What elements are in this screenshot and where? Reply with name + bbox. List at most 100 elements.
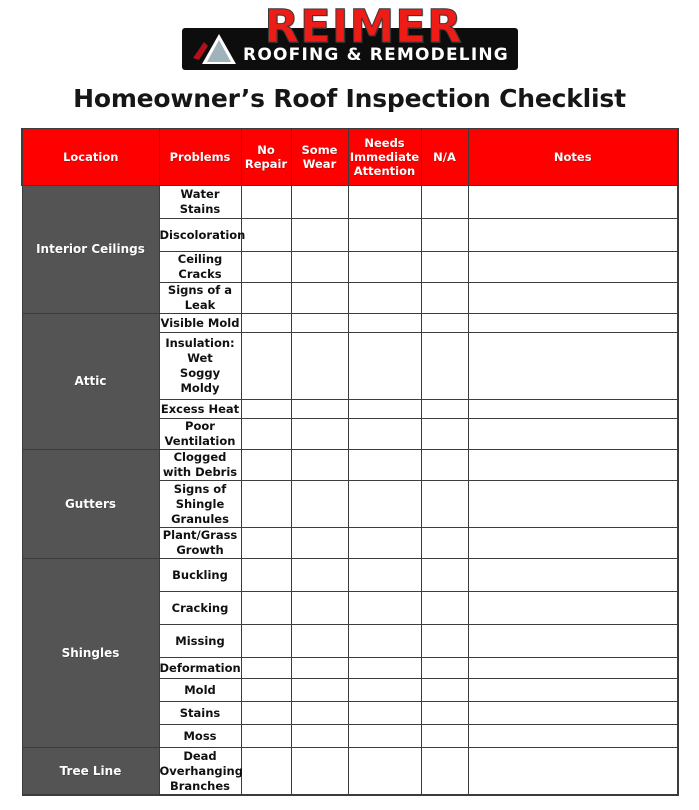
notes-cell[interactable] — [467, 185, 679, 219]
notes-cell[interactable] — [467, 218, 679, 252]
notes-cell[interactable] — [467, 313, 679, 333]
notes-cell[interactable] — [467, 657, 679, 679]
na-cell[interactable] — [420, 399, 469, 419]
some-wear-cell[interactable] — [290, 282, 349, 314]
some-wear-cell[interactable] — [290, 449, 349, 481]
no-repair-cell[interactable] — [240, 624, 292, 658]
na-cell[interactable] — [420, 624, 469, 658]
no-repair-cell[interactable] — [240, 185, 292, 219]
no-repair-cell[interactable] — [240, 418, 292, 450]
needs-immediate-attention-cell[interactable] — [347, 624, 422, 658]
na-cell[interactable] — [420, 251, 469, 283]
some-wear-cell[interactable] — [290, 332, 349, 400]
some-wear-cell[interactable] — [290, 558, 349, 592]
na-cell[interactable] — [420, 591, 469, 625]
notes-cell[interactable] — [467, 449, 679, 481]
no-repair-cell[interactable] — [240, 527, 292, 559]
no-repair-cell[interactable] — [240, 251, 292, 283]
needs-immediate-attention-cell[interactable] — [347, 332, 422, 400]
needs-immediate-attention-cell[interactable] — [347, 218, 422, 252]
na-cell[interactable] — [420, 185, 469, 219]
no-repair-cell[interactable] — [240, 332, 292, 400]
na-cell[interactable] — [420, 480, 469, 528]
na-cell[interactable] — [420, 657, 469, 679]
needs-immediate-attention-cell[interactable] — [347, 701, 422, 725]
notes-cell[interactable] — [467, 724, 679, 748]
na-cell[interactable] — [420, 724, 469, 748]
needs-immediate-attention-cell[interactable] — [347, 251, 422, 283]
notes-cell[interactable] — [467, 527, 679, 559]
notes-cell[interactable] — [467, 701, 679, 725]
notes-cell[interactable] — [467, 591, 679, 625]
problem-cell: Deformation — [158, 657, 242, 679]
needs-immediate-attention-cell[interactable] — [347, 591, 422, 625]
page-title: Homeowner’s Roof Inspection Checklist — [73, 84, 626, 113]
na-cell[interactable] — [420, 747, 469, 796]
notes-cell[interactable] — [467, 399, 679, 419]
some-wear-cell[interactable] — [290, 399, 349, 419]
no-repair-cell[interactable] — [240, 701, 292, 725]
no-repair-cell[interactable] — [240, 747, 292, 796]
needs-immediate-attention-cell[interactable] — [347, 399, 422, 419]
notes-cell[interactable] — [467, 558, 679, 592]
problem-cell: Visible Mold — [158, 313, 242, 333]
na-cell[interactable] — [420, 418, 469, 450]
needs-immediate-attention-cell[interactable] — [347, 313, 422, 333]
no-repair-cell[interactable] — [240, 558, 292, 592]
needs-immediate-attention-cell[interactable] — [347, 657, 422, 679]
notes-cell[interactable] — [467, 282, 679, 314]
no-repair-cell[interactable] — [240, 282, 292, 314]
column-header-na: N/A — [420, 128, 469, 186]
needs-immediate-attention-cell[interactable] — [347, 418, 422, 450]
notes-cell[interactable] — [467, 332, 679, 400]
some-wear-cell[interactable] — [290, 591, 349, 625]
na-cell[interactable] — [420, 313, 469, 333]
no-repair-cell[interactable] — [240, 657, 292, 679]
needs-immediate-attention-cell[interactable] — [347, 724, 422, 748]
no-repair-cell[interactable] — [240, 313, 292, 333]
some-wear-cell[interactable] — [290, 624, 349, 658]
no-repair-cell[interactable] — [240, 480, 292, 528]
logo-wordmark: REIMER — [264, 0, 463, 53]
some-wear-cell[interactable] — [290, 218, 349, 252]
na-cell[interactable] — [420, 449, 469, 481]
no-repair-cell[interactable] — [240, 399, 292, 419]
no-repair-cell[interactable] — [240, 724, 292, 748]
na-cell[interactable] — [420, 527, 469, 559]
needs-immediate-attention-cell[interactable] — [347, 449, 422, 481]
no-repair-cell[interactable] — [240, 449, 292, 481]
some-wear-cell[interactable] — [290, 480, 349, 528]
needs-immediate-attention-cell[interactable] — [347, 480, 422, 528]
na-cell[interactable] — [420, 282, 469, 314]
notes-cell[interactable] — [467, 624, 679, 658]
no-repair-cell[interactable] — [240, 218, 292, 252]
notes-cell[interactable] — [467, 418, 679, 450]
needs-immediate-attention-cell[interactable] — [347, 678, 422, 702]
notes-cell[interactable] — [467, 678, 679, 702]
some-wear-cell[interactable] — [290, 701, 349, 725]
needs-immediate-attention-cell[interactable] — [347, 558, 422, 592]
no-repair-cell[interactable] — [240, 591, 292, 625]
notes-cell[interactable] — [467, 251, 679, 283]
some-wear-cell[interactable] — [290, 251, 349, 283]
some-wear-cell[interactable] — [290, 678, 349, 702]
needs-immediate-attention-cell[interactable] — [347, 527, 422, 559]
na-cell[interactable] — [420, 332, 469, 400]
some-wear-cell[interactable] — [290, 724, 349, 748]
na-cell[interactable] — [420, 678, 469, 702]
some-wear-cell[interactable] — [290, 418, 349, 450]
needs-immediate-attention-cell[interactable] — [347, 282, 422, 314]
needs-immediate-attention-cell[interactable] — [347, 185, 422, 219]
needs-immediate-attention-cell[interactable] — [347, 747, 422, 796]
some-wear-cell[interactable] — [290, 747, 349, 796]
notes-cell[interactable] — [467, 480, 679, 528]
some-wear-cell[interactable] — [290, 657, 349, 679]
some-wear-cell[interactable] — [290, 185, 349, 219]
na-cell[interactable] — [420, 218, 469, 252]
some-wear-cell[interactable] — [290, 527, 349, 559]
notes-cell[interactable] — [467, 747, 679, 796]
na-cell[interactable] — [420, 701, 469, 725]
some-wear-cell[interactable] — [290, 313, 349, 333]
no-repair-cell[interactable] — [240, 678, 292, 702]
na-cell[interactable] — [420, 558, 469, 592]
